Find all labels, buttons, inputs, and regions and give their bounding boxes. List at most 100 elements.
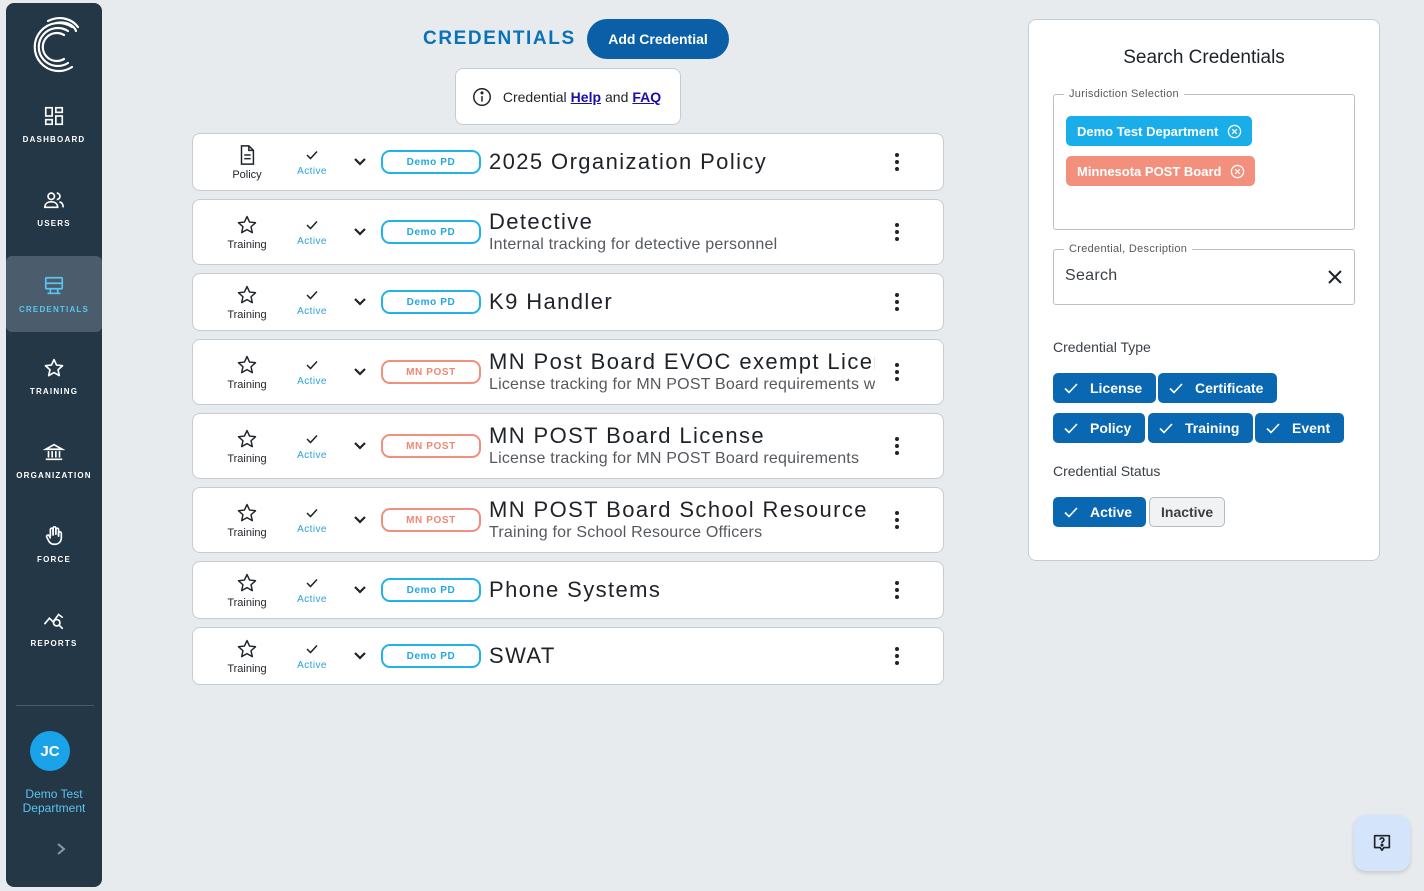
nav-force[interactable]: FORCE	[6, 506, 102, 582]
check-icon	[1064, 383, 1078, 394]
chevron-down-icon[interactable]	[353, 440, 367, 452]
avatar[interactable]: JC	[30, 731, 70, 771]
type-filter-training[interactable]: Training	[1148, 413, 1254, 443]
credential-text: MN Post Board EVOC exempt License Licens…	[489, 340, 875, 404]
building-icon	[43, 443, 65, 460]
credential-card[interactable]: Training Active Demo PD K9 Handler	[192, 273, 944, 331]
star-icon	[237, 355, 257, 373]
credential-card[interactable]: Training Active Demo PD Detective Intern…	[192, 199, 944, 265]
type-filter-event[interactable]: Event	[1255, 413, 1345, 443]
credential-status: Active	[285, 414, 339, 478]
nav-dashboard[interactable]: DASHBOARD	[6, 86, 102, 162]
check-icon	[306, 360, 318, 370]
credential-text: Detective Internal tracking for detectiv…	[489, 200, 875, 264]
nav-users[interactable]: USERS	[6, 170, 102, 246]
nav-reports[interactable]: REPORTS	[6, 590, 102, 666]
search-panel-title: Search Credentials	[1123, 47, 1285, 68]
more-options-icon[interactable]	[889, 580, 905, 600]
status-filter-active[interactable]: Active	[1053, 497, 1147, 527]
help-link[interactable]: Help	[571, 89, 601, 105]
status-label: Active	[297, 593, 327, 605]
type-filter-certificate[interactable]: Certificate	[1158, 373, 1278, 403]
more-options-icon[interactable]	[889, 436, 905, 456]
filter-label: License	[1090, 380, 1143, 396]
type-label: Training	[227, 452, 267, 465]
help-joiner: and	[605, 88, 629, 105]
jurisdiction-chip: Minnesota POST Board	[1066, 156, 1256, 186]
company-logo-icon[interactable]	[26, 13, 82, 77]
faq-link[interactable]: FAQ	[632, 89, 661, 105]
sidebar: DASHBOARD USERS CREDENTIALS TRAINING ORG…	[6, 3, 102, 887]
search-panel: Search Credentials Jurisdiction Selectio…	[1028, 19, 1380, 561]
credential-text: 2025 Organization Policy	[489, 134, 875, 190]
credential-card[interactable]: Training Active MN POST MN POST Board Sc…	[192, 487, 944, 553]
more-options-icon[interactable]	[889, 152, 905, 172]
credential-title: 2025 Organization Policy	[489, 149, 768, 174]
close-icon[interactable]	[1326, 268, 1344, 286]
search-input[interactable]	[1065, 267, 1315, 285]
more-options-icon[interactable]	[889, 292, 905, 312]
users-icon	[44, 191, 64, 208]
filter-label: Event	[1292, 420, 1331, 436]
credential-card[interactable]: Policy Active Demo PD 2025 Organization …	[192, 133, 944, 191]
credential-type: Training	[213, 628, 281, 684]
info-icon	[472, 87, 491, 106]
help-button[interactable]	[1354, 815, 1410, 871]
sidebar-divider	[16, 705, 94, 706]
more-options-icon[interactable]	[889, 646, 905, 666]
credentials-icon	[44, 276, 64, 294]
chevron-down-icon[interactable]	[353, 514, 367, 526]
filter-label: Policy	[1090, 420, 1132, 436]
status-label: Active	[297, 235, 327, 247]
chevron-down-icon[interactable]	[353, 366, 367, 378]
credential-type: Training	[213, 200, 281, 264]
chevron-right-icon[interactable]	[54, 841, 68, 857]
remove-chip-icon[interactable]	[1230, 164, 1245, 179]
type-label: Policy	[232, 168, 262, 181]
type-label: Training	[227, 596, 267, 609]
add-credential-button[interactable]: Add Credential	[587, 19, 729, 59]
jurisdiction-chip: Demo Test Department	[1066, 116, 1253, 146]
credential-status: Active	[285, 628, 339, 684]
credential-status: Active	[285, 340, 339, 404]
help-icon	[1373, 834, 1391, 852]
filter-label: Certificate	[1195, 380, 1264, 396]
chevron-down-icon[interactable]	[353, 296, 367, 308]
remove-chip-icon[interactable]	[1227, 124, 1242, 139]
type-filter-license[interactable]: License	[1053, 373, 1157, 403]
more-options-icon[interactable]	[889, 362, 905, 382]
chevron-down-icon[interactable]	[353, 584, 367, 596]
star-icon	[237, 429, 257, 447]
credential-text: MN POST Board License License tracking f…	[489, 414, 875, 478]
credential-description: License tracking for MN POST Board requi…	[489, 376, 875, 393]
credential-card[interactable]: Training Active MN POST MN Post Board EV…	[192, 339, 944, 405]
chevron-down-icon[interactable]	[353, 226, 367, 238]
jurisdiction-badge: Demo PD	[381, 150, 481, 174]
nav-organization[interactable]: ORGANIZATION	[6, 422, 102, 498]
credential-title: MN Post Board EVOC exempt License	[489, 349, 875, 374]
credential-title: MN POST Board School Resource	[489, 497, 868, 522]
credential-search-field: Credential, Description	[1053, 243, 1355, 305]
credential-text: MN POST Board School Resource Training f…	[489, 488, 875, 552]
credential-card[interactable]: Training Active Demo PD Phone Systems	[192, 561, 944, 619]
type-label: Training	[227, 308, 267, 321]
page-title: CREDENTIALS	[423, 28, 576, 49]
credential-status-label: Credential Status	[1053, 463, 1161, 479]
credential-card[interactable]: Training Active MN POST MN POST Board Li…	[192, 413, 944, 479]
credential-status: Active	[285, 488, 339, 552]
chevron-down-icon[interactable]	[353, 156, 367, 168]
credential-type-label: Credential Type	[1053, 339, 1151, 355]
status-filter-inactive[interactable]: Inactive	[1149, 497, 1226, 527]
more-options-icon[interactable]	[889, 222, 905, 242]
check-icon	[306, 434, 318, 444]
credential-type: Training	[213, 274, 281, 330]
more-options-icon[interactable]	[889, 510, 905, 530]
nav-training[interactable]: TRAINING	[6, 338, 102, 414]
credential-card[interactable]: Training Active Demo PD SWAT	[192, 627, 944, 685]
credential-description: Training for School Resource Officers	[489, 524, 763, 541]
chevron-down-icon[interactable]	[353, 650, 367, 662]
jurisdiction-selection[interactable]: Jurisdiction Selection Demo Test Departm…	[1053, 88, 1355, 230]
type-filter-policy[interactable]: Policy	[1053, 413, 1146, 443]
nav-credentials[interactable]: CREDENTIALS	[6, 256, 102, 332]
status-label: Active	[297, 375, 327, 387]
